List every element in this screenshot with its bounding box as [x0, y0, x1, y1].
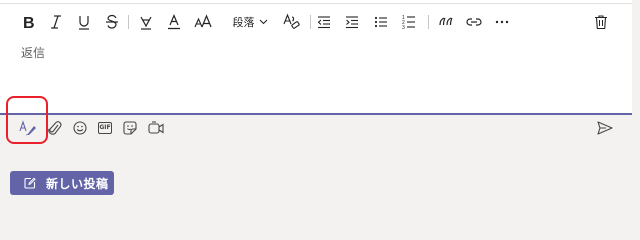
decrease-indent-button[interactable] — [315, 10, 333, 34]
gif-icon: GIF — [98, 122, 112, 134]
more-options-icon — [495, 20, 509, 24]
svg-text:3: 3 — [402, 25, 405, 30]
meet-now-icon — [148, 121, 164, 134]
quote-button[interactable] — [437, 10, 455, 34]
numbered-list-button[interactable]: 1 2 3 — [400, 10, 418, 34]
svg-text:B: B — [23, 15, 35, 30]
increase-indent-button[interactable] — [343, 10, 361, 34]
decrease-indent-icon — [317, 16, 330, 29]
message-editor[interactable]: 返信 — [21, 44, 611, 104]
more-options-button[interactable] — [492, 10, 512, 34]
format-button[interactable] — [18, 117, 38, 139]
insert-link-button[interactable] — [464, 10, 484, 34]
discard-button[interactable] — [592, 10, 610, 34]
format-icon — [19, 120, 36, 136]
sticker-icon — [123, 121, 137, 135]
paragraph-style-label: 段落 — [232, 17, 255, 29]
font-color-button[interactable] — [165, 10, 183, 34]
toolbar-divider — [428, 15, 429, 29]
composer-top-edge — [0, 0, 632, 4]
compose-actions-bar: GIF — [0, 117, 632, 139]
paragraph-style-dropdown[interactable]: 段落 — [229, 10, 271, 34]
emoji-icon — [73, 121, 87, 135]
highlight-button[interactable] — [137, 10, 155, 34]
new-post-button[interactable]: 新しい投稿 — [10, 171, 114, 195]
bulleted-list-button[interactable] — [372, 10, 390, 34]
delete-icon — [595, 15, 607, 30]
strikethrough-icon — [106, 14, 118, 29]
italic-button[interactable] — [47, 10, 65, 34]
font-color-icon — [168, 14, 180, 30]
attach-button[interactable] — [46, 117, 64, 139]
toolbar-divider — [310, 15, 311, 29]
gif-button[interactable]: GIF — [96, 117, 114, 139]
italic-icon — [51, 15, 61, 29]
bold-icon: B — [23, 15, 35, 30]
chevron-down-icon — [259, 19, 267, 25]
numbered-list-icon: 1 2 3 — [402, 15, 415, 30]
message-composer: B 段落 1 2 3 返信 — [0, 0, 632, 115]
quote-icon — [439, 17, 453, 26]
link-icon — [466, 18, 482, 26]
font-size-button[interactable] — [193, 10, 213, 34]
toolbar-divider — [128, 15, 129, 29]
send-button[interactable] — [596, 117, 614, 139]
bulleted-list-icon — [374, 16, 387, 28]
new-post-label: 新しい投稿 — [46, 176, 109, 191]
send-icon — [597, 121, 613, 135]
meet-now-button[interactable] — [146, 117, 166, 139]
emoji-button[interactable] — [71, 117, 89, 139]
increase-indent-icon — [346, 16, 358, 29]
underline-button[interactable] — [75, 10, 93, 34]
highlight-icon — [140, 16, 152, 30]
formatting-toolbar: B 段落 1 2 3 — [0, 10, 632, 34]
strikethrough-button[interactable] — [103, 10, 121, 34]
sticker-button[interactable] — [121, 117, 139, 139]
clear-formatting-icon — [283, 13, 300, 29]
bold-button[interactable]: B — [20, 10, 38, 34]
compose-icon — [24, 177, 36, 189]
font-size-icon — [194, 14, 212, 28]
clear-formatting-button[interactable] — [282, 10, 302, 34]
underline-icon — [79, 16, 89, 30]
attach-icon — [48, 121, 62, 135]
